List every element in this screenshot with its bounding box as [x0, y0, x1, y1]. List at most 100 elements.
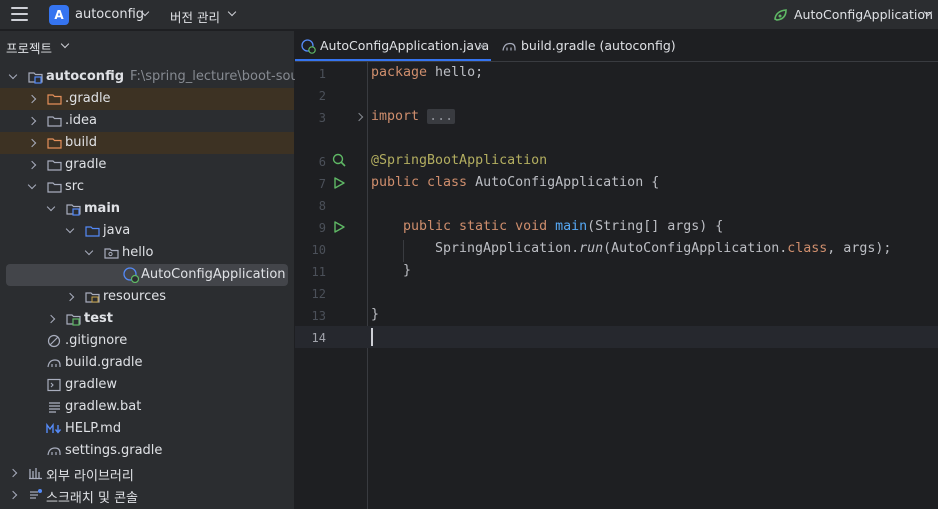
expand-arrow-icon[interactable]: [27, 138, 37, 148]
spring-bean-icon[interactable]: [332, 153, 346, 167]
java-folder-icon: [85, 226, 100, 237]
code-line-7: public class AutoConfigApplication {: [371, 175, 660, 190]
tree-item-gradle[interactable]: gradle: [0, 154, 294, 176]
expand-arrow-icon[interactable]: [27, 160, 37, 170]
expand-arrow-icon[interactable]: [27, 116, 37, 126]
folder-excluded-icon: [47, 94, 62, 105]
tree-item-label: java: [103, 223, 131, 238]
tree-item-build[interactable]: build: [0, 132, 294, 154]
expand-arrow-icon[interactable]: [27, 94, 37, 104]
tree-item-label: autoconfig F:\spring_lecture\boot-sour: [46, 69, 305, 84]
run-icon[interactable]: [332, 176, 346, 190]
line-number: 8: [318, 199, 326, 213]
expand-arrow-icon[interactable]: [8, 468, 18, 478]
expand-arrow-icon[interactable]: [8, 70, 18, 80]
tree-item-gitignore[interactable]: .gitignore: [0, 330, 294, 352]
chevron-down-icon[interactable]: [60, 39, 70, 49]
tree-item-label: hello: [122, 245, 154, 260]
expand-arrow-icon[interactable]: [65, 224, 75, 234]
folded-imports[interactable]: ...: [427, 109, 456, 124]
gradle-icon: [502, 42, 516, 51]
project-switcher[interactable]: autoconfig: [75, 7, 144, 22]
expand-arrow-icon[interactable]: [46, 314, 56, 324]
tab-autoconfigapplication-java[interactable]: AutoConfigApplication.java ×: [295, 31, 491, 61]
expand-arrow-icon[interactable]: [27, 180, 37, 190]
code-line-6: @SpringBootApplication: [371, 153, 548, 168]
spring-class-icon: [301, 39, 316, 54]
expand-arrow-icon[interactable]: [8, 490, 18, 500]
folder-icon: [47, 116, 62, 127]
code-line-13: }: [371, 307, 380, 322]
tree-item-label: HELP.md: [65, 421, 122, 436]
tree-item-autoconfigapplication[interactable]: AutoConfigApplication: [6, 264, 288, 286]
resources-folder-icon: [85, 292, 100, 303]
line-number: 12: [311, 287, 326, 301]
tree-item-label: .idea: [65, 113, 97, 128]
expand-arrow-icon[interactable]: [65, 292, 75, 302]
tree-item-label: 외부 라이브러리: [46, 469, 134, 484]
indent-guide: [403, 240, 404, 262]
line-number: 9: [318, 221, 326, 235]
code-line-10: SpringApplication.run(AutoConfigApplicat…: [435, 241, 892, 256]
spring-boot-icon: [774, 9, 787, 21]
module-folder-icon: [28, 72, 43, 84]
tree-item-label: .gradle: [65, 91, 111, 106]
project-panel-title[interactable]: 프로젝트: [6, 38, 52, 57]
terminal-file-icon: [47, 378, 61, 392]
tab-label: build.gradle (autoconfig): [521, 38, 676, 53]
main-menu-icon[interactable]: [11, 7, 28, 21]
test-folder-icon: [66, 314, 81, 326]
code-editor[interactable]: [369, 62, 938, 509]
ignore-file-icon: [47, 334, 61, 348]
expand-arrow-icon[interactable]: [46, 202, 56, 212]
tree-item-test[interactable]: test: [0, 308, 294, 330]
library-icon: [29, 468, 42, 480]
tree-item-hello[interactable]: hello: [0, 242, 294, 264]
project-panel: 프로젝트 autoconfig F:\spring_lecture\boot-so…: [0, 31, 304, 509]
tree-item-gradlew-bat[interactable]: gradlew.bat: [0, 396, 294, 418]
gradle-icon: [47, 447, 61, 456]
vcs-menu[interactable]: 버전 관리: [170, 7, 220, 26]
tree-item-label: build: [65, 135, 97, 150]
tab-build-gradle[interactable]: build.gradle (autoconfig): [496, 31, 676, 61]
chevron-down-icon[interactable]: [227, 7, 237, 17]
line-number: 14: [311, 331, 326, 345]
tree-item-help-md[interactable]: HELP.md: [0, 418, 294, 440]
close-tab-icon[interactable]: ×: [477, 31, 487, 61]
code-line-1: package hello;: [371, 65, 484, 80]
gradle-icon: [47, 359, 61, 368]
code-line-11: }: [403, 263, 412, 278]
tree-item-label: settings.gradle: [65, 443, 163, 458]
tree-item-gradlew[interactable]: gradlew: [0, 374, 294, 396]
title-bar: A autoconfig 버전 관리 AutoConfigApplication: [0, 0, 938, 30]
package-icon: [104, 248, 119, 259]
tree-item-label: build.gradle: [65, 355, 143, 370]
run-icon[interactable]: [332, 220, 346, 234]
text-file-icon: [49, 402, 60, 413]
line-number: 13: [311, 309, 326, 323]
tree-item-scratches[interactable]: 스크래치 및 콘솔: [0, 484, 294, 506]
tree-item-resources[interactable]: resources: [0, 286, 294, 308]
tree-item-idea[interactable]: .idea: [0, 110, 294, 132]
line-number: 11: [311, 265, 326, 279]
source-root-folder-icon: [66, 204, 81, 216]
tree-item-gradle-cache[interactable]: .gradle: [0, 88, 294, 110]
project-badge[interactable]: A: [49, 5, 69, 25]
run-configuration-selector[interactable]: AutoConfigApplication: [794, 7, 933, 22]
tree-item-main[interactable]: main: [0, 198, 294, 220]
tree-item-build-gradle[interactable]: build.gradle: [0, 352, 294, 374]
line-number: 3: [318, 111, 326, 125]
tree-item-label: resources: [103, 289, 167, 304]
project-path: F:\spring_lecture\boot-sour: [130, 69, 305, 84]
tree-item-settings-gradle[interactable]: settings.gradle: [0, 440, 294, 462]
folder-excluded-icon: [47, 138, 62, 149]
tree-item-java[interactable]: java: [0, 220, 294, 242]
tree-item-src[interactable]: src: [0, 176, 294, 198]
tree-item-label: gradlew: [65, 377, 118, 392]
expand-arrow-icon[interactable]: [84, 246, 94, 256]
editor-gutter: [295, 62, 368, 509]
tree-item-autoconfig[interactable]: autoconfig F:\spring_lecture\boot-sour: [0, 66, 304, 88]
tree-item-external-libraries[interactable]: 외부 라이브러리: [0, 462, 294, 484]
editor-tab-bar: AutoConfigApplication.java × build.gradl…: [295, 31, 938, 62]
code-line-3: import ...: [371, 109, 456, 124]
